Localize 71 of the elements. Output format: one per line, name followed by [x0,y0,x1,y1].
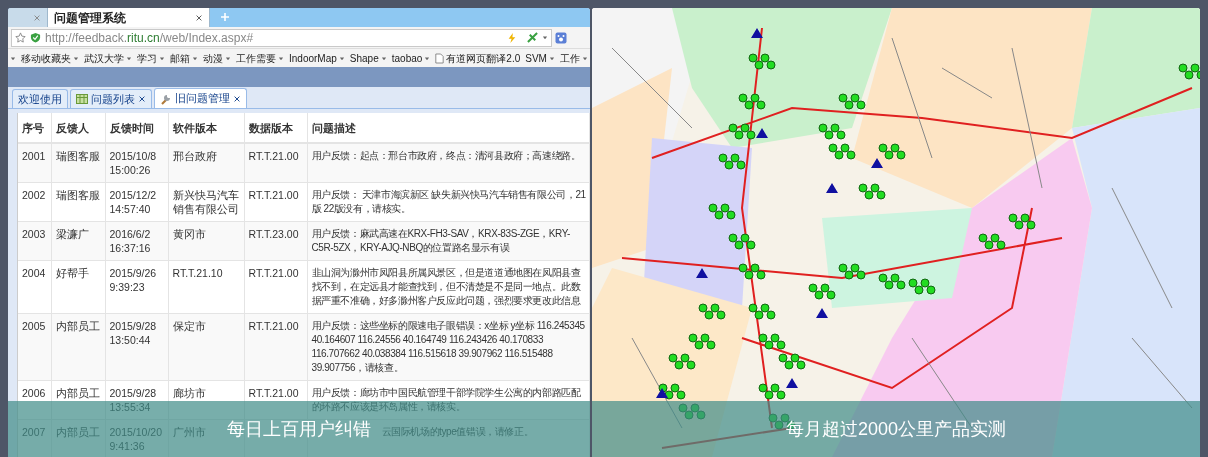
caret-icon[interactable] [73,55,79,61]
slide-caption: 每月超过2000公里产品实测 [592,401,1200,457]
table-cell: 2002 [18,182,51,222]
table-icon [76,93,88,105]
table-cell: 2015/9/28 13:50:44 [105,313,168,381]
table-cell: 用户反馈：起点：邢台市政府，终点：清河县政府；高速绕路。 [307,143,590,183]
table-cell: 2016/6/2 16:37:16 [105,221,168,261]
address-field[interactable]: http://feedback.ritu.cn/web/Index.aspx# [11,28,552,47]
bookmark-item[interactable]: 邮箱 [170,50,198,66]
caret-icon[interactable] [126,55,132,61]
browser-tab[interactable]: 问题管理系统 [48,8,210,27]
caret-icon[interactable] [548,55,555,61]
table-cell: 内部员工 [51,313,105,381]
table-cell: 2001 [18,143,51,183]
caret-icon[interactable] [581,55,588,61]
table-cell: 韭山洞为滁州市凤阳县所属风景区，但是道道通地图在凤阳县查找不到，在定远县才能查找到，但不清楚是不是同一地点。此数据严重不准确，好多滁州客户反应此问题，强烈要求更改此信息 [307,260,590,314]
caret-icon[interactable] [380,55,387,61]
table-cell: 好帮手 [51,260,105,314]
table-cell: RT.T.21.00 [244,313,307,381]
bookmark-item[interactable]: 工作 [559,50,588,66]
table-cell: 梁濂广 [51,221,105,261]
page-tab[interactable]: 旧问题管理 [154,88,247,108]
table-cell: RT.T.21.00 [244,182,307,222]
table-cell: 保定市 [168,313,244,381]
bookmark-item[interactable]: Shape [349,50,387,66]
table-cell: 用户反馈： 天津市海滨新区 缺失新兴快马汽车销售有限公司，21版 22版没有，请核实。 [307,182,590,222]
table-cell: RT.T.21.10 [168,260,244,314]
caret-icon[interactable] [338,55,345,61]
caret-icon[interactable] [10,55,16,61]
shield-icon [30,32,41,43]
star-icon[interactable] [15,32,26,43]
caret-icon[interactable] [542,35,548,40]
paw-icon[interactable] [555,31,567,44]
bookmark-item[interactable]: 工作需要 [236,50,284,66]
bookmark-item[interactable]: 动漫 [203,50,231,66]
table-cell: 用户反馈：麻武高速在KRX-FH3-SAV，KRX-83S-ZGE，KRY-C5R-5ZX，KRY-AJQ-NBQ的位置路名显示有误 [307,221,590,261]
bookmark-item[interactable]: SVM [525,50,555,66]
diagonal-arrows-icon[interactable] [527,32,538,43]
caret-icon[interactable] [278,55,284,61]
page-tab[interactable]: 问题列表 [70,89,152,108]
bookmark-item[interactable]: 武汉大学 [84,50,132,66]
close-icon[interactable] [138,95,146,103]
table-cell: 2005 [18,313,51,381]
table-cell: 用户反馈：这些坐标的限速电子眼错误：x坐标 y坐标 116.245345 40.164607 116.24556 40.164749 116.243426 40.170833 116.707662 40.038384 116.515618 39.907962 116.515488 39.907756，请核查。 [307,313,590,381]
table-cell: 邢台政府 [168,143,244,183]
bookmark-item[interactable]: IndoorMap [289,50,345,66]
close-icon[interactable] [195,13,203,22]
wrench-icon [160,92,172,105]
caret-icon[interactable] [192,55,198,61]
document-icon [435,52,445,64]
table-cell: 黄冈市 [168,221,244,261]
page-tab[interactable]: 欢迎使用 [12,89,68,108]
table-cell: 瑞图客服 [51,182,105,222]
table-cell: 新兴快马汽车销售有限公司 [168,182,244,222]
table-cell: 2003 [18,221,51,261]
table-cell: 2015/12/2 14:57:40 [105,182,168,222]
close-icon[interactable] [233,94,241,103]
table-cell: RT.T.21.00 [244,143,307,183]
table-cell: RT.T.21.00 [244,260,307,314]
table-cell: 2015/9/26 9:39:23 [105,260,168,314]
table-cell: RT.T.23.00 [244,221,307,261]
bookmark-item[interactable]: 有道网页翻译2.0 [435,50,521,66]
table-cell: 2004 [18,260,51,314]
caret-icon[interactable] [225,55,231,61]
bookmark-item[interactable]: 移动收藏夹 [21,50,79,66]
bookmark-item[interactable]: taobao [391,50,431,66]
bookmark-item[interactable]: 学习 [137,50,165,66]
table-cell: 瑞图客服 [51,143,105,183]
caret-icon[interactable] [424,55,431,61]
caret-icon[interactable] [159,55,165,61]
table-cell: 2015/10/8 15:00:26 [105,143,168,183]
